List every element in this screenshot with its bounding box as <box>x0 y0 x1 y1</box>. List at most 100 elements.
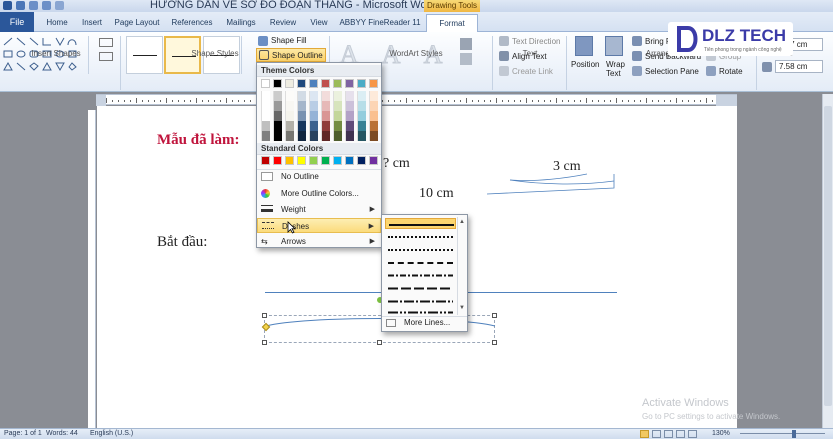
theme-color-swatch[interactable] <box>357 111 366 121</box>
resize-handle[interactable] <box>377 340 382 345</box>
theme-color-swatch[interactable] <box>369 101 378 111</box>
no-outline-item[interactable]: No Outline <box>257 169 381 184</box>
vertical-scrollbar[interactable] <box>822 94 833 428</box>
shape-fill-icon[interactable] <box>258 36 268 46</box>
theme-color-swatch[interactable] <box>309 91 318 101</box>
tab-references[interactable]: References <box>168 14 216 32</box>
weight-item[interactable]: Weight ▶ <box>257 202 381 217</box>
dash-round-dot[interactable] <box>385 231 456 242</box>
full-screen-icon[interactable] <box>652 430 661 438</box>
theme-color-swatch[interactable] <box>333 131 342 141</box>
rotate-icon[interactable] <box>706 66 716 76</box>
tab-page-layout[interactable]: Page Layout <box>112 14 162 32</box>
theme-color-swatch[interactable] <box>369 131 378 141</box>
standard-color-swatch[interactable] <box>309 156 318 165</box>
theme-color-swatch[interactable] <box>273 101 282 111</box>
vertical-ruler[interactable] <box>88 110 96 428</box>
edit-shape-icon[interactable] <box>99 38 113 47</box>
scroll-thumb[interactable] <box>824 106 832 406</box>
bring-forward-icon[interactable] <box>632 36 642 46</box>
theme-color-swatch[interactable] <box>309 101 318 111</box>
theme-color-swatch[interactable] <box>321 111 330 121</box>
theme-color-swatch[interactable] <box>333 91 342 101</box>
theme-color-swatch[interactable] <box>285 101 294 111</box>
shape-fill-button[interactable]: Shape Fill <box>271 36 307 45</box>
theme-color-swatch[interactable] <box>369 79 378 88</box>
position-button[interactable]: Position <box>571 60 599 69</box>
theme-color-swatch[interactable] <box>309 121 318 131</box>
tab-format[interactable]: Format <box>426 14 478 32</box>
word-icon[interactable] <box>3 1 12 10</box>
dash-solid[interactable] <box>385 218 456 229</box>
theme-color-swatch[interactable] <box>345 101 354 111</box>
resize-handle[interactable] <box>492 313 497 318</box>
tab-home[interactable]: Home <box>42 14 72 32</box>
theme-color-swatch[interactable] <box>357 131 366 141</box>
tab-abbyy[interactable]: ABBYY FineReader 11 <box>338 14 422 32</box>
shape-outline-button[interactable]: Shape Outline <box>256 48 326 62</box>
outline-view-icon[interactable] <box>676 430 685 438</box>
theme-color-swatch[interactable] <box>273 111 282 121</box>
position-icon[interactable] <box>575 36 593 56</box>
resize-handle[interactable] <box>262 313 267 318</box>
standard-color-swatch[interactable] <box>369 156 378 165</box>
rotate-button[interactable]: Rotate <box>719 67 743 76</box>
draft-view-icon[interactable] <box>688 430 697 438</box>
theme-color-swatch[interactable] <box>309 111 318 121</box>
theme-color-swatch[interactable] <box>345 111 354 121</box>
theme-color-swatch[interactable] <box>285 121 294 131</box>
theme-color-swatch[interactable] <box>321 101 330 111</box>
selection-pane-icon[interactable] <box>632 66 642 76</box>
save-icon[interactable] <box>16 1 25 10</box>
theme-color-swatch[interactable] <box>285 111 294 121</box>
more-lines-item[interactable]: More Lines... <box>404 318 450 327</box>
theme-color-swatch[interactable] <box>333 79 342 88</box>
theme-color-swatch[interactable] <box>285 79 294 88</box>
theme-color-swatch[interactable] <box>261 79 270 88</box>
theme-color-swatch[interactable] <box>297 111 306 121</box>
theme-color-swatch[interactable] <box>273 131 282 141</box>
wrap-text-label-2[interactable]: Text <box>606 69 621 78</box>
zoom-level[interactable]: 130% <box>712 430 730 437</box>
more-outline-colors-item[interactable]: More Outline Colors... <box>257 186 381 201</box>
theme-color-swatch[interactable] <box>357 79 366 88</box>
theme-color-swatch[interactable] <box>285 131 294 141</box>
standard-color-swatch[interactable] <box>273 156 282 165</box>
theme-color-swatch[interactable] <box>273 79 282 88</box>
theme-color-swatch[interactable] <box>297 131 306 141</box>
tab-review[interactable]: Review <box>266 14 300 32</box>
theme-color-swatch[interactable] <box>297 121 306 131</box>
standard-color-swatch[interactable] <box>357 156 366 165</box>
theme-color-swatch[interactable] <box>309 79 318 88</box>
create-link-button[interactable]: Create Link <box>512 67 553 76</box>
theme-color-swatch[interactable] <box>261 131 270 141</box>
word-count[interactable]: Words: 44 <box>46 430 78 437</box>
dash-square-dot[interactable] <box>385 244 456 255</box>
tab-insert[interactable]: Insert <box>78 14 106 32</box>
theme-color-swatch[interactable] <box>261 121 270 131</box>
theme-color-swatch[interactable] <box>297 101 306 111</box>
align-text-icon[interactable] <box>499 51 509 61</box>
text-direction-icon[interactable] <box>499 36 509 46</box>
redo-icon[interactable] <box>42 1 51 10</box>
arrows-item[interactable]: ⇆ Arrows ▶ <box>257 234 381 249</box>
theme-color-swatch[interactable] <box>345 79 354 88</box>
text-fill-icon[interactable] <box>460 38 472 50</box>
dashes-item[interactable]: Dashes ▶ <box>257 218 381 233</box>
standard-color-swatch[interactable] <box>321 156 330 165</box>
standard-color-swatch[interactable] <box>261 156 270 165</box>
dash-dash[interactable] <box>385 257 456 268</box>
dash-dash-dot[interactable] <box>385 270 456 281</box>
print-layout-icon[interactable] <box>640 430 649 438</box>
draw-textbox-icon[interactable] <box>99 52 113 61</box>
zoom-slider[interactable] <box>740 433 825 434</box>
theme-color-swatch[interactable] <box>333 121 342 131</box>
shape-style-1[interactable] <box>126 36 163 74</box>
theme-color-swatch[interactable] <box>321 131 330 141</box>
standard-color-swatch[interactable] <box>297 156 306 165</box>
shape-width-input[interactable]: 7.58 cm <box>775 60 823 73</box>
theme-color-swatch[interactable] <box>333 101 342 111</box>
theme-color-swatch[interactable] <box>297 79 306 88</box>
horizontal-ruler[interactable] <box>96 94 737 106</box>
wrap-text-icon[interactable] <box>605 36 623 56</box>
